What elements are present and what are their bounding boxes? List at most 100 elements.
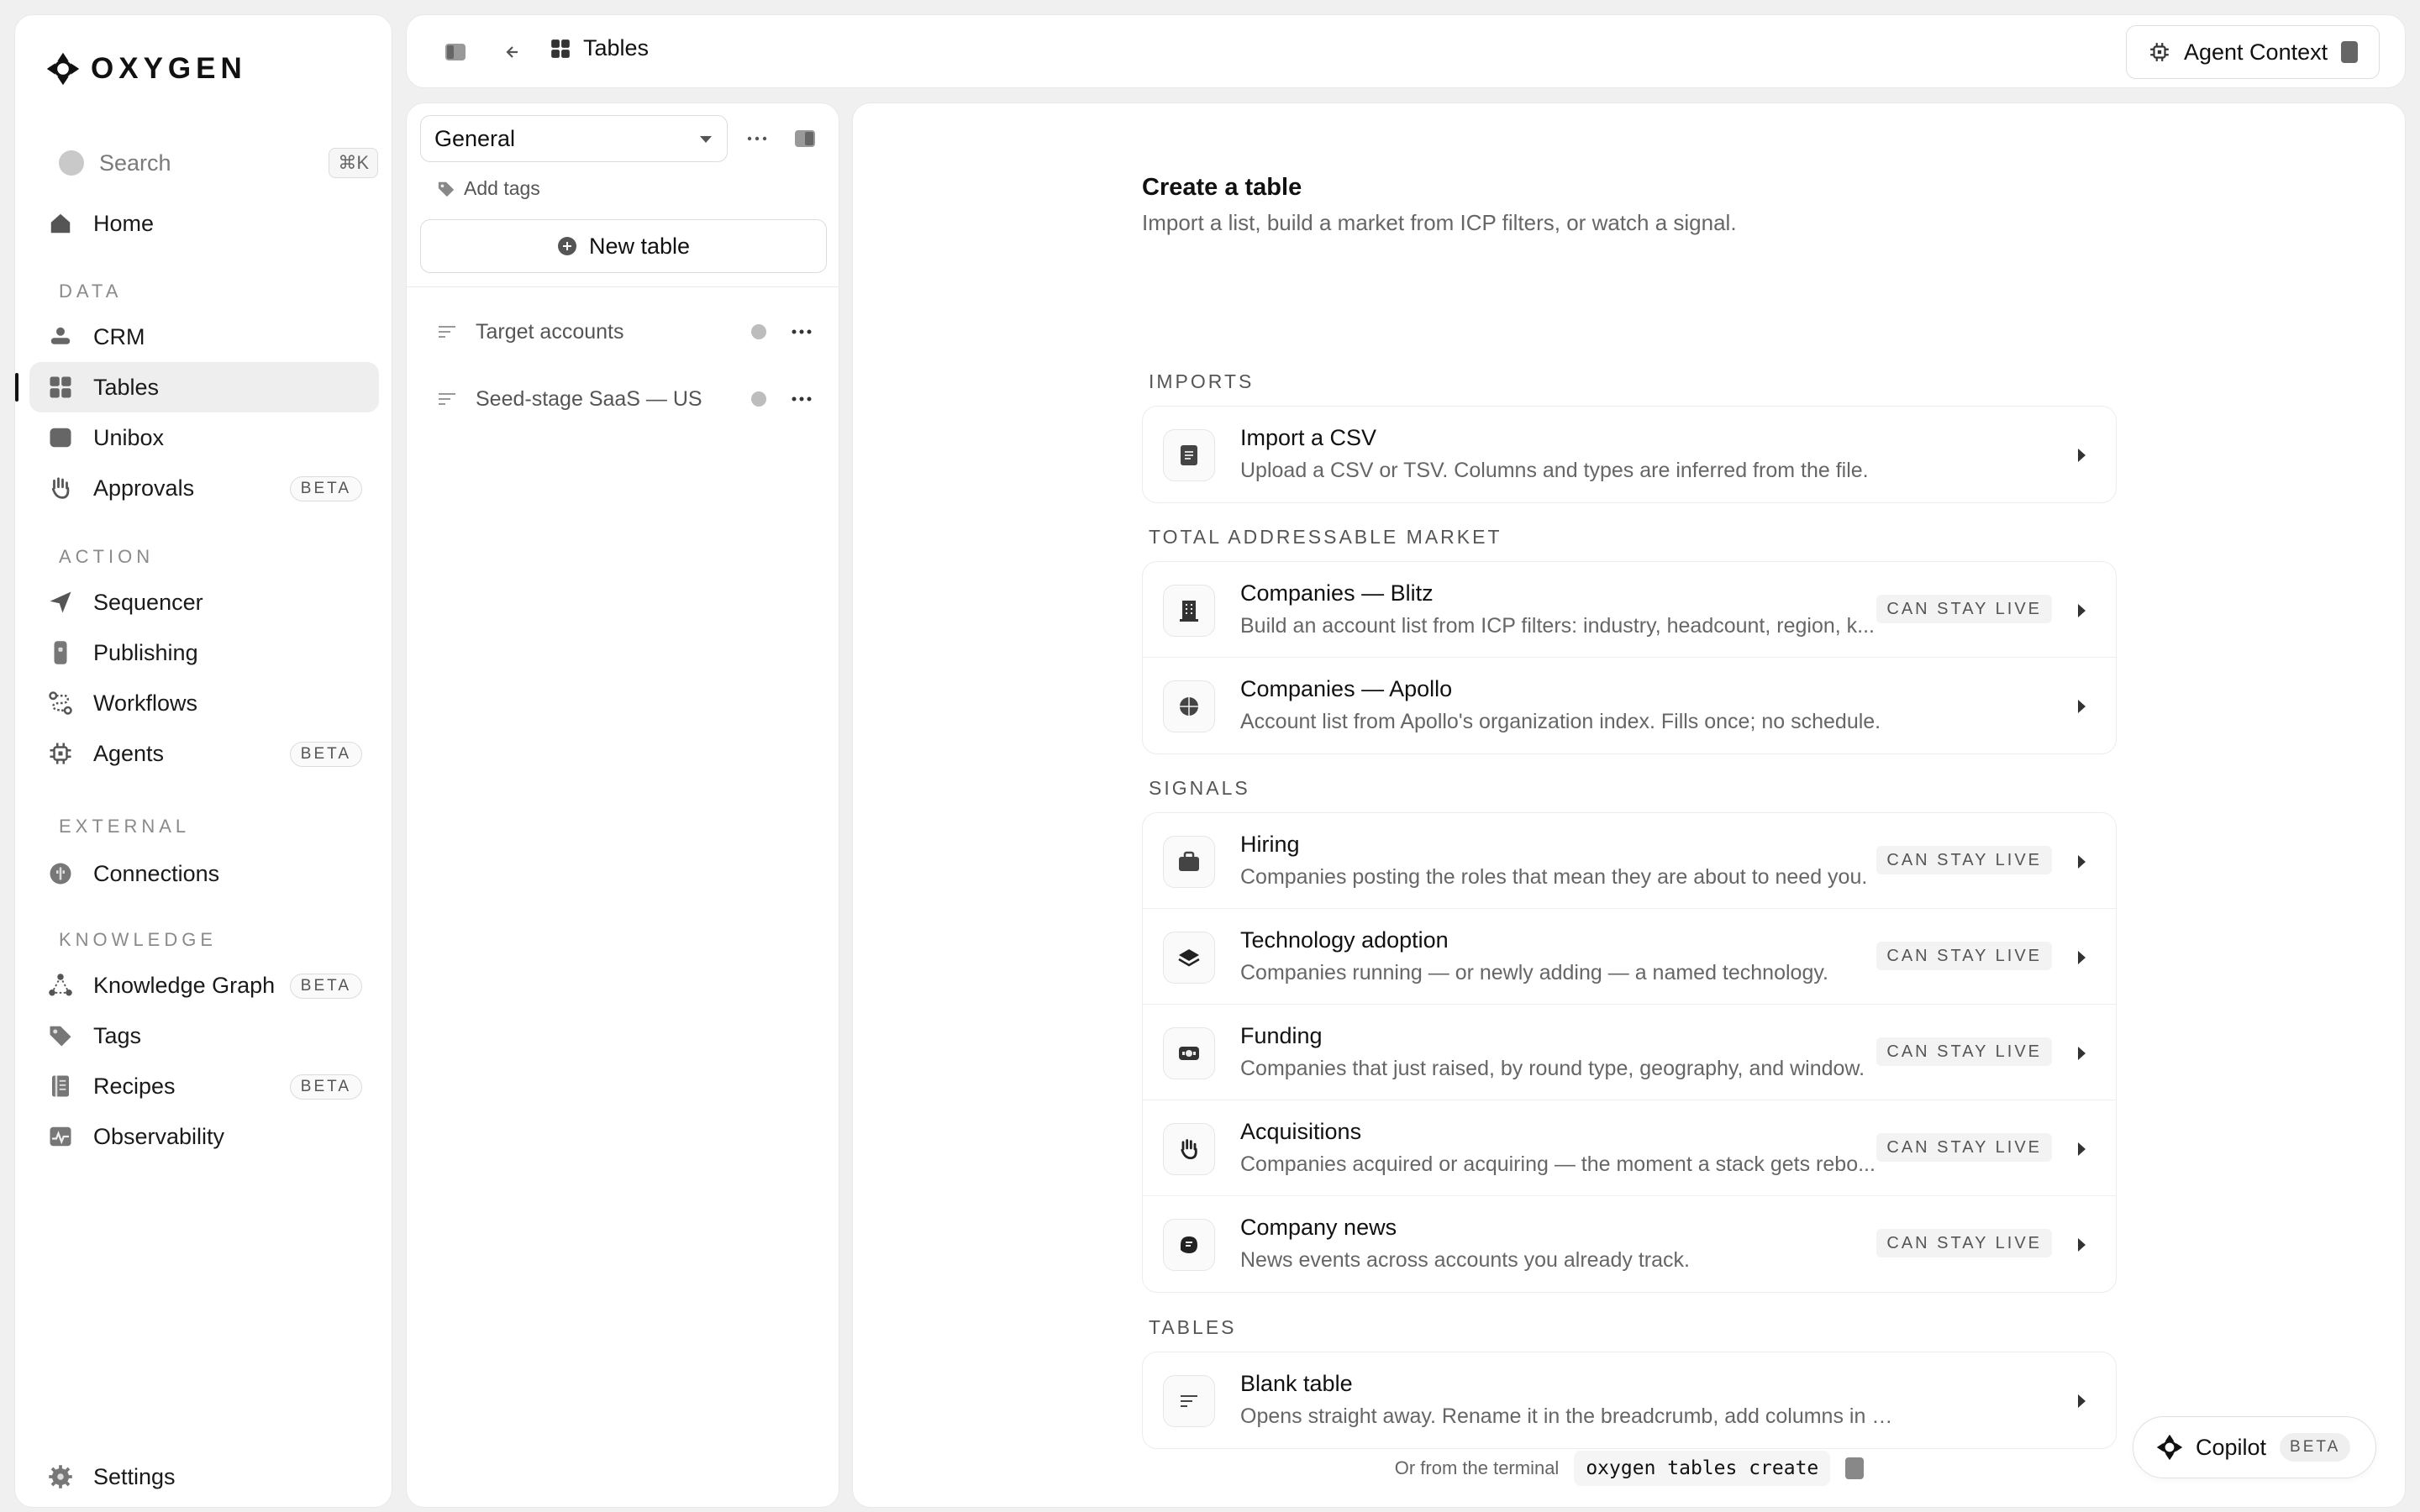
sidebar-item-home[interactable]: Home <box>29 198 379 249</box>
sidebar-item-workflows[interactable]: Workflows <box>29 678 379 728</box>
chip-icon <box>48 741 73 766</box>
section-tables: TABLES <box>1149 1316 1237 1338</box>
option-title: Companies — Blitz <box>1240 580 1434 606</box>
nav-top: Home <box>29 198 379 249</box>
lines-icon <box>439 393 455 405</box>
lines-icon <box>1163 1375 1215 1427</box>
brand-logo[interactable]: OXYGEN <box>47 52 247 86</box>
chevron-right-icon <box>2078 604 2086 617</box>
ellipsis-icon[interactable] <box>788 389 815 409</box>
activity-icon <box>48 1124 73 1149</box>
breadcrumb-label: Tables <box>583 35 650 60</box>
option-acquisitions[interactable]: Acquisitions Companies acquired or acqui… <box>1143 1100 2116 1196</box>
sidebar-item-knowledge-graph[interactable]: Knowledge Graph BETA <box>29 960 379 1011</box>
workspace-select[interactable]: General <box>420 115 728 162</box>
sidebar-item-label: Connections <box>93 860 220 886</box>
plug-icon <box>48 861 73 886</box>
option-companies-apollo[interactable]: Companies — Apollo Account list from Apo… <box>1143 658 2116 753</box>
home-icon <box>48 211 73 236</box>
top-bar: Tables Agent Context <box>406 14 2406 88</box>
building-icon <box>1163 585 1215 637</box>
sidebar-item-tags[interactable]: Tags <box>29 1011 379 1061</box>
option-desc: Companies acquired or acquiring — the mo… <box>1240 1152 1876 1176</box>
copilot-button[interactable]: Copilot BETA <box>2133 1416 2376 1478</box>
breadcrumb[interactable]: Tables <box>550 35 649 61</box>
nav-knowledge: Knowledge Graph BETA Tags Recipes BETA O… <box>29 960 379 1162</box>
copy-icon[interactable] <box>1845 1457 1865 1479</box>
option-desc: Account list from Apollo's organization … <box>1240 710 1881 733</box>
sidebar-item-approvals[interactable]: Approvals BETA <box>29 463 379 513</box>
can-stay-live-badge: CAN STAY LIVE <box>1876 1133 2052 1162</box>
page-subtitle: Import a list, build a market from ICP f… <box>1142 210 1737 235</box>
sidebar-item-label: Sequencer <box>93 589 203 615</box>
nav-action: Sequencer Publishing Workflows Agents BE… <box>29 577 379 779</box>
can-stay-live-badge: CAN STAY LIVE <box>1876 1229 2052 1257</box>
option-company-news[interactable]: Company news News events across accounts… <box>1143 1196 2116 1292</box>
beta-badge: BETA <box>289 742 362 767</box>
sidebar-item-settings[interactable]: Settings <box>29 1452 379 1502</box>
sidebar-item-label: Agents <box>93 740 165 766</box>
layers-icon <box>1163 932 1215 984</box>
sidebar-item-crm[interactable]: CRM <box>29 312 379 362</box>
option-blank-table[interactable]: Blank table Opens straight away. Rename … <box>1143 1352 2116 1448</box>
search-button[interactable]: Search ⌘K <box>44 139 380 186</box>
table-list-item-label: Seed-stage SaaS — US <box>476 386 702 411</box>
toggle-panel-button[interactable] <box>790 123 820 154</box>
more-options-button[interactable] <box>742 123 772 154</box>
option-technology-adoption[interactable]: Technology adoption Companies running — … <box>1143 909 2116 1005</box>
table-list-item[interactable]: Target accounts <box>420 307 827 357</box>
option-desc: Companies that just raised, by round typ… <box>1240 1057 1865 1080</box>
option-desc: Upload a CSV or TSV. Columns and types a… <box>1240 459 1869 482</box>
option-desc: Companies running — or newly adding — a … <box>1240 961 1828 984</box>
handshake-icon <box>1163 1123 1215 1175</box>
sidebar-item-observability[interactable]: Observability <box>29 1111 379 1162</box>
section-action: ACTION <box>59 546 155 567</box>
terminal-hint: Or from the terminal oxygen tables creat… <box>1142 1451 2117 1486</box>
terminal-command[interactable]: oxygen tables create <box>1574 1451 1831 1486</box>
nav-external: Connections <box>29 848 379 899</box>
option-title: Hiring <box>1240 832 1300 857</box>
option-hiring[interactable]: Hiring Companies posting the roles that … <box>1143 813 2116 909</box>
workflow-icon <box>48 690 73 716</box>
sidebar-item-recipes[interactable]: Recipes BETA <box>29 1061 379 1111</box>
sidebar-item-sequencer[interactable]: Sequencer <box>29 577 379 627</box>
sidebar-item-connections[interactable]: Connections <box>29 848 379 899</box>
beta-badge: BETA <box>289 476 362 501</box>
option-companies-blitz[interactable]: Companies — Blitz Build an account list … <box>1143 562 2116 658</box>
sidebar-item-tables[interactable]: Tables <box>15 362 379 412</box>
new-table-label: New table <box>588 233 691 259</box>
option-import-csv[interactable]: Import a CSV Upload a CSV or TSV. Column… <box>1143 407 2116 502</box>
toggle-sidebar-button[interactable] <box>442 39 469 66</box>
option-funding[interactable]: Funding Companies that just raised, by r… <box>1143 1005 2116 1100</box>
option-desc: Opens straight away. Rename it in the br… <box>1240 1404 1896 1428</box>
plus-circle-icon <box>557 237 576 255</box>
sidebar-item-unibox[interactable]: Unibox <box>29 412 379 463</box>
chevron-down-icon <box>700 136 712 143</box>
clipboard-icon <box>2341 41 2359 63</box>
table-list-item[interactable]: Seed-stage SaaS — US <box>420 374 827 424</box>
can-stay-live-badge: CAN STAY LIVE <box>1876 595 2052 623</box>
sidebar-item-agents[interactable]: Agents BETA <box>29 728 379 779</box>
can-stay-live-badge: CAN STAY LIVE <box>1876 942 2052 970</box>
ellipsis-icon <box>747 136 767 141</box>
agent-context-button[interactable]: Agent Context <box>2126 25 2380 79</box>
sidebar-item-label: CRM <box>93 323 145 349</box>
sidebar-item-publishing[interactable]: Publishing <box>29 627 379 678</box>
chevron-right-icon <box>2078 700 2086 713</box>
option-title: Technology adoption <box>1240 927 1449 953</box>
add-tags-label: Add tags <box>464 177 540 199</box>
beta-badge: BETA <box>2280 1433 2351 1462</box>
chevron-right-icon <box>2078 449 2086 462</box>
file-icon <box>1163 429 1215 481</box>
add-tags-button[interactable]: Add tags <box>437 177 540 200</box>
sidebar-item-label: Knowledge Graph <box>93 972 276 998</box>
back-button[interactable] <box>497 39 524 66</box>
search-label: Search <box>99 150 171 176</box>
section-external: EXTERNAL <box>59 816 191 837</box>
ellipsis-icon[interactable] <box>788 322 815 342</box>
chevron-right-icon <box>2078 1047 2086 1060</box>
chip-icon <box>2150 43 2169 61</box>
new-table-button[interactable]: New table <box>420 219 827 273</box>
tag-icon <box>438 181 455 197</box>
option-desc: Companies posting the roles that mean th… <box>1240 865 1868 889</box>
